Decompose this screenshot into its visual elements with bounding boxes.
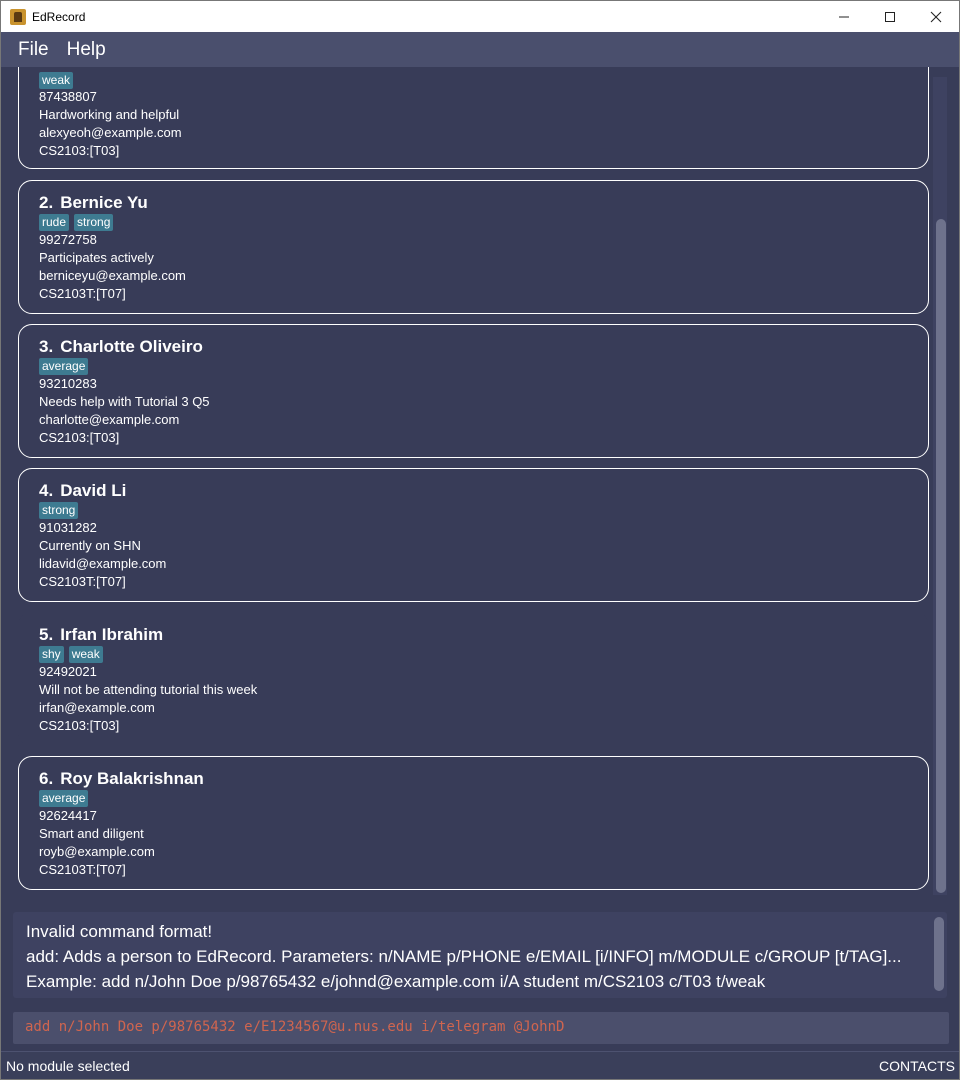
person-name-text: David Li [60,481,127,500]
person-index: 6. [39,769,54,788]
person-email: charlotte@example.com [39,412,180,427]
person-name: 4. David Li [39,481,126,501]
result-line-3: Example: add n/John Doe p/98765432 e/joh… [26,972,766,991]
person-phone: 91031282 [39,520,97,535]
window-title: EdRecord [32,9,86,24]
person-phone: 99272758 [39,232,97,247]
menu-file[interactable]: File [9,39,58,61]
list-scrollbar-thumb[interactable] [936,219,946,893]
title-bar: EdRecord [1,1,959,32]
minimize-icon[interactable] [821,1,867,32]
person-info: Currently on SHN [39,538,141,553]
person-email: berniceyu@example.com [39,268,186,283]
command-input-text: add n/John Doe p/98765432 e/E1234567@u.n… [25,1019,565,1035]
person-info: Needs help with Tutorial 3 Q5 [39,394,210,409]
person-index: 5. [39,625,54,644]
person-module: CS2103:[T03] [39,143,120,158]
tag: rude [39,214,70,231]
tag-list: strong [39,502,79,519]
result-line-2: add: Adds a person to EdRecord. Paramete… [26,947,902,966]
person-name: 3. Charlotte Oliveiro [39,337,203,357]
person-info: Hardworking and helpful [39,107,180,122]
result-scrollbar-thumb[interactable] [934,917,944,991]
person-email: alexyeoh@example.com [39,125,182,140]
tag-list: rude strong [39,214,114,231]
tag-list: shy weak [39,646,103,663]
person-module: CS2103:[T03] [39,430,120,445]
person-card[interactable]: weak 87438807 Hardworking and helpful al… [18,67,929,169]
person-name: 6. Roy Balakrishnan [39,769,204,789]
person-list[interactable]: weak 87438807 Hardworking and helpful al… [1,67,959,903]
person-index: 3. [39,337,54,356]
person-index: 2. [39,193,54,212]
person-name-text: Bernice Yu [60,193,148,212]
person-phone: 93210283 [39,376,97,391]
person-name-text: Irfan Ibrahim [60,625,164,644]
tag: weak [39,72,74,89]
menu-bar: File Help [1,32,959,67]
person-module: CS2103:[T03] [39,718,120,733]
person-name: 2. Bernice Yu [39,193,148,213]
person-email: royb@example.com [39,844,155,859]
result-display[interactable]: Invalid command format! add: Adds a pers… [13,912,947,998]
tag-list: average [39,790,89,807]
status-view: CONTACTS [879,1058,955,1074]
tag-list: average [39,358,89,375]
person-email: lidavid@example.com [39,556,167,571]
person-info: Will not be attending tutorial this week [39,682,258,697]
close-icon[interactable] [913,1,959,32]
status-bar: No module selected CONTACTS [1,1051,959,1079]
person-card[interactable]: 6. Roy Balakrishnan average 92624417 Smar… [18,756,929,890]
maximize-icon[interactable] [867,1,913,32]
person-name: 5. Irfan Ibrahim [39,625,163,645]
status-module: No module selected [6,1058,130,1074]
person-card[interactable]: 3. Charlotte Oliveiro average 93210283 Ne… [18,324,929,458]
command-input[interactable]: add n/John Doe p/98765432 e/E1234567@u.n… [13,1012,949,1044]
person-module: CS2103T:[T07] [39,574,126,589]
app-window: EdRecord File Help weak 87438807 Hardwor… [0,0,960,1080]
person-phone: 92492021 [39,664,97,679]
person-info: Participates actively [39,250,154,265]
result-line-1: Invalid command format! [26,922,213,941]
app-logo-icon [10,8,26,25]
person-card[interactable]: 2. Bernice Yu rude strong 99272758 Partic… [18,180,929,314]
tag: strong [39,502,79,519]
person-name-text: Roy Balakrishnan [60,769,204,788]
person-email: irfan@example.com [39,700,155,715]
tag: weak [68,646,103,663]
person-name-text: Charlotte Oliveiro [60,337,203,356]
window-controls [821,1,959,32]
person-index: 4. [39,481,54,500]
person-card[interactable]: 4. David Li strong 91031282 Currently on … [18,468,929,602]
person-module: CS2103T:[T07] [39,286,126,301]
person-module: CS2103T:[T07] [39,862,126,877]
result-display-area: Invalid command format! add: Adds a pers… [1,903,959,1005]
tag: average [39,790,89,807]
person-phone: 87438807 [39,89,97,104]
menu-help[interactable]: Help [58,39,115,61]
tag: shy [39,646,64,663]
person-info: Smart and diligent [39,826,144,841]
person-card-selected[interactable]: 5. Irfan Ibrahim shy weak 92492021 Will n… [18,612,929,746]
tag: average [39,358,89,375]
tag-list: weak [39,72,74,89]
person-phone: 92624417 [39,808,97,823]
tag: strong [74,214,114,231]
